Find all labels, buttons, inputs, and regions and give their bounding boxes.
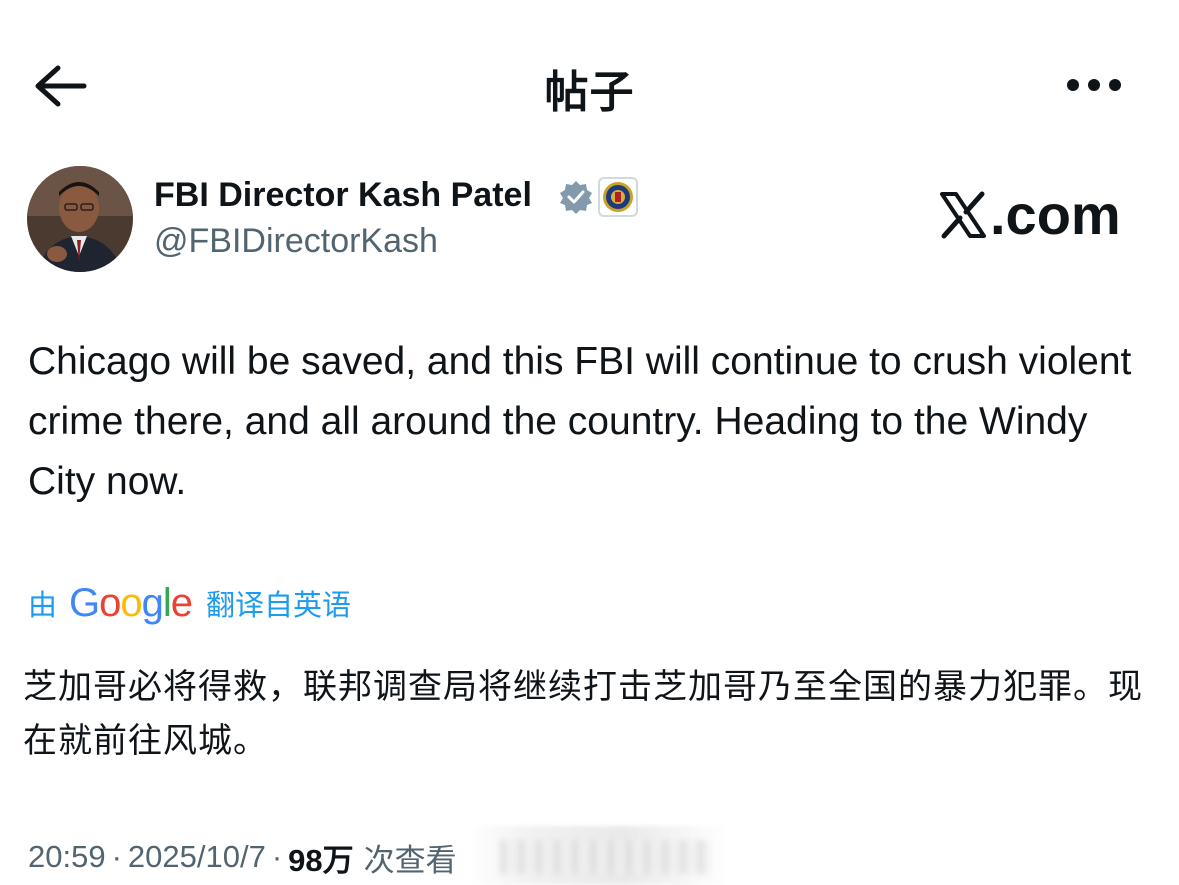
more-options-button[interactable]: [1060, 70, 1128, 100]
author-handle[interactable]: @FBIDirectorKash: [154, 222, 438, 261]
blur-overlay-stripes: [500, 840, 710, 874]
translated-from-label: 翻译自英语: [206, 590, 352, 622]
top-navigation-bar: 帖子: [0, 0, 1179, 170]
post-text: Chicago will be saved, and this FBI will…: [28, 340, 1132, 503]
post-date: 2025/10/7: [127, 839, 266, 874]
views-count[interactable]: 98万: [288, 835, 353, 880]
post-meta: 20:59 · 2025/10/7 · 98万 次查看: [28, 832, 457, 882]
separator: ·: [111, 839, 122, 874]
translated-post-text: 芝加哥必将得救，联邦调查局将继续打击芝加哥乃至全国的暴力犯罪。现在就前往风城。: [23, 668, 1143, 760]
by-label: 由: [28, 590, 58, 622]
more-horizontal-icon: [1067, 79, 1121, 91]
google-logo: Google: [69, 580, 193, 625]
x-logo-icon: [940, 191, 986, 238]
page-title: 帖子: [544, 68, 635, 117]
fbi-seal-icon[interactable]: [598, 177, 638, 217]
separator: ·: [271, 839, 283, 874]
views-label: 次查看: [363, 842, 457, 878]
translation-attribution[interactable]: 由 Google 翻译自英语: [28, 578, 351, 628]
verified-badge-icon: [560, 181, 592, 214]
x-com-watermark: .com: [938, 182, 1121, 247]
author-name[interactable]: FBI Director Kash Patel: [154, 176, 532, 215]
watermark-text: .com: [990, 183, 1121, 246]
avatar[interactable]: [27, 166, 133, 272]
post-time: 20:59: [28, 839, 106, 874]
